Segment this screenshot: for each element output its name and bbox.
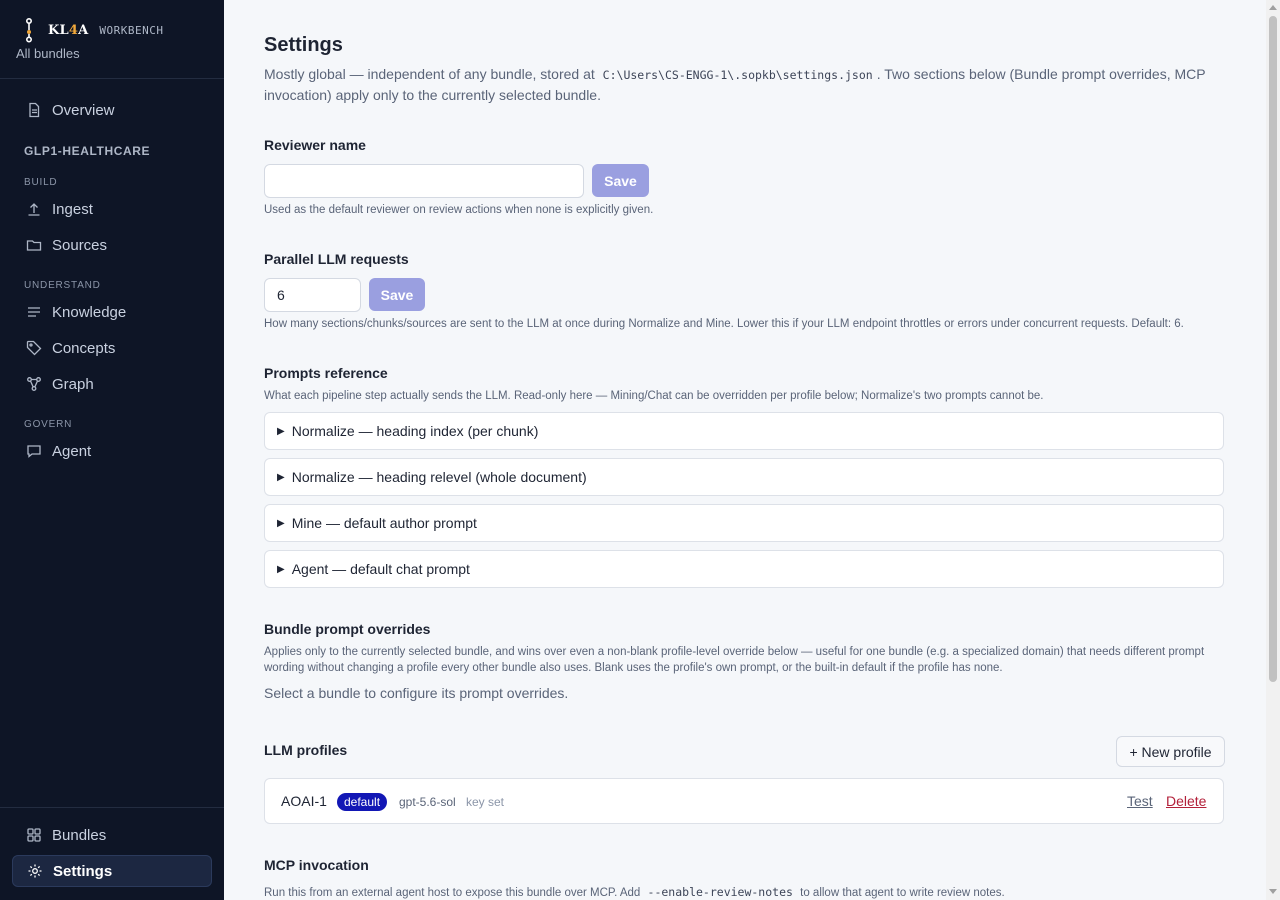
sidebar-item-label: Sources xyxy=(52,236,108,254)
graph-icon xyxy=(27,377,41,391)
parallel-requests-title: Parallel LLM requests xyxy=(264,251,409,267)
main-content: Settings Mostly global — independent of … xyxy=(224,0,1266,900)
sidebar-item-graph[interactable]: Graph xyxy=(12,368,212,400)
prompt-accordion-normalize-index[interactable]: ▶ Normalize — heading index (per chunk) xyxy=(264,412,1224,450)
sidebar-item-concepts[interactable]: Concepts xyxy=(12,332,212,364)
prompts-help-text: What each pipeline step actually sends t… xyxy=(264,390,1044,402)
profile-test-link[interactable]: Test xyxy=(1127,793,1153,809)
sidebar-divider xyxy=(0,78,224,79)
profile-name: AOAI-1 xyxy=(281,793,327,809)
reviewer-name-title: Reviewer name xyxy=(264,137,366,153)
sidebar-group-build: BUILD xyxy=(24,177,58,188)
sidebar-item-overview[interactable]: Overview xyxy=(12,94,212,126)
sidebar: KL4A WORKBENCH All bundles Overview GLP1… xyxy=(0,0,224,900)
expand-triangle-icon: ▶ xyxy=(277,425,285,437)
sidebar-item-label: Overview xyxy=(52,101,115,119)
chat-icon xyxy=(27,445,41,458)
accordion-label: Normalize — heading relevel (whole docum… xyxy=(291,469,587,485)
tag-icon xyxy=(26,340,42,356)
prompts-reference-title: Prompts reference xyxy=(264,365,388,381)
document-icon xyxy=(29,102,40,118)
sidebar-item-label: Concepts xyxy=(52,339,116,357)
accordion-label: Agent — default chat prompt xyxy=(291,561,470,577)
prompt-accordion-agent[interactable]: ▶ Agent — default chat prompt xyxy=(264,550,1224,588)
default-badge: default xyxy=(337,793,388,811)
sidebar-item-label: Settings xyxy=(53,862,113,880)
expand-triangle-icon: ▶ xyxy=(277,563,285,575)
sidebar-group-govern: GOVERN xyxy=(24,419,73,430)
page-title: Settings xyxy=(264,34,343,56)
sidebar-item-label: Ingest xyxy=(52,200,93,218)
all-bundles-link[interactable]: All bundles xyxy=(16,46,164,61)
accordion-label: Mine — default author prompt xyxy=(291,515,477,531)
brand-subtitle: WORKBENCH xyxy=(99,23,164,37)
parallel-save-button[interactable]: Save xyxy=(369,278,425,311)
sidebar-bundle-name: GLP1-HEALTHCARE xyxy=(24,144,151,158)
logo-icon xyxy=(26,17,33,43)
expand-triangle-icon: ▶ xyxy=(277,517,285,529)
profile-model: gpt-5.6-sol xyxy=(399,795,456,809)
parallel-help-text: How many sections/chunks/sources are sen… xyxy=(264,318,1184,330)
expand-triangle-icon: ▶ xyxy=(277,471,285,483)
brand-name: KL4A xyxy=(48,22,89,38)
profile-card: AOAI-1 default gpt-5.6-sol key set Test … xyxy=(264,778,1224,824)
accordion-label: Normalize — heading index (per chunk) xyxy=(291,423,539,439)
scroll-down-arrow-icon[interactable] xyxy=(1269,889,1277,894)
reviewer-help-text: Used as the default reviewer on review a… xyxy=(264,204,654,216)
sidebar-item-settings[interactable]: Settings xyxy=(12,855,212,887)
parallel-requests-input[interactable] xyxy=(264,278,361,312)
sidebar-item-sources[interactable]: Sources xyxy=(12,229,212,261)
settings-path: C:\Users\CS-ENGG-1\.sopkb\settings.json xyxy=(602,68,873,82)
profile-delete-link[interactable]: Delete xyxy=(1166,793,1206,809)
grid-icon xyxy=(27,828,41,842)
sidebar-item-ingest[interactable]: Ingest xyxy=(12,193,212,225)
scrollbar-thumb[interactable] xyxy=(1269,16,1277,682)
page-description: Mostly global — independent of any bundl… xyxy=(264,66,1206,103)
sidebar-item-label: Graph xyxy=(52,375,94,393)
sidebar-item-knowledge[interactable]: Knowledge xyxy=(12,296,212,328)
reviewer-name-input[interactable] xyxy=(264,164,584,198)
bundle-overrides-empty-text: Select a bundle to configure its prompt … xyxy=(264,685,569,701)
review-notes-flag: --enable-review-notes xyxy=(647,885,793,899)
upload-icon xyxy=(28,203,40,216)
folder-icon xyxy=(26,240,42,251)
gear-icon xyxy=(28,864,42,878)
sidebar-item-label: Knowledge xyxy=(52,303,127,321)
brand-row[interactable]: KL4A WORKBENCH xyxy=(16,17,164,43)
mcp-help-text: Run this from an external agent host to … xyxy=(264,885,1005,899)
brand: KL4A WORKBENCH All bundles xyxy=(16,17,164,61)
llm-profiles-title: LLM profiles xyxy=(264,742,348,758)
prompt-accordion-mine[interactable]: ▶ Mine — default author prompt xyxy=(264,504,1224,542)
scroll-up-arrow-icon[interactable] xyxy=(1269,5,1277,10)
reviewer-save-button[interactable]: Save xyxy=(592,164,649,197)
sidebar-item-label: Bundles xyxy=(52,826,107,844)
sidebar-item-agent[interactable]: Agent xyxy=(12,435,212,467)
sidebar-item-label: Agent xyxy=(52,442,92,460)
prompt-accordion-normalize-relevel[interactable]: ▶ Normalize — heading relevel (whole docu… xyxy=(264,458,1224,496)
profile-key-status: key set xyxy=(466,795,505,809)
list-icon xyxy=(28,307,40,317)
bundle-overrides-title: Bundle prompt overrides xyxy=(264,621,431,637)
sidebar-divider xyxy=(0,807,224,808)
new-profile-button[interactable]: + New profile xyxy=(1116,736,1225,767)
bundle-overrides-help: Applies only to the currently selected b… xyxy=(264,646,1205,674)
sidebar-item-bundles[interactable]: Bundles xyxy=(12,819,212,851)
sidebar-group-understand: UNDERSTAND xyxy=(24,280,101,291)
page-scrollbar[interactable] xyxy=(1266,0,1280,900)
mcp-invocation-title: MCP invocation xyxy=(264,857,369,873)
